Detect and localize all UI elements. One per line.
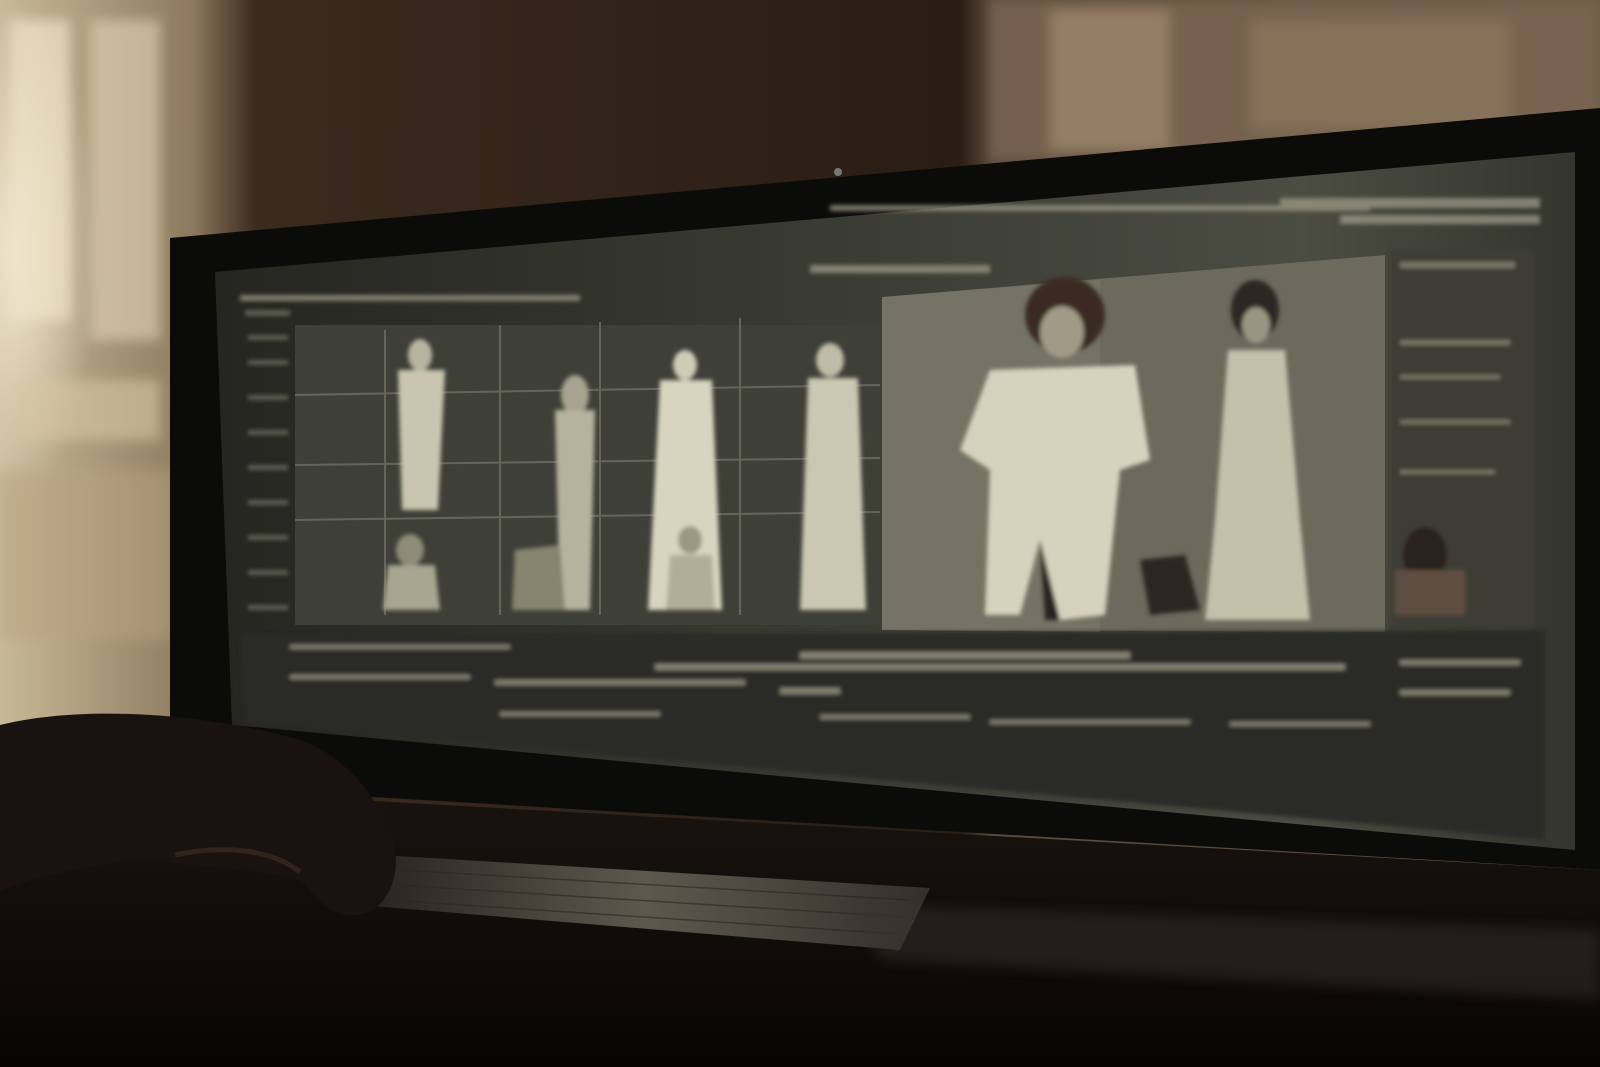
main-preview	[882, 255, 1385, 632]
photo-canvas	[0, 0, 1600, 1067]
photo-scene	[0, 0, 1600, 1067]
thumbnail-grid	[294, 318, 881, 625]
right-panel	[1390, 250, 1535, 630]
webcam-icon	[834, 168, 842, 176]
